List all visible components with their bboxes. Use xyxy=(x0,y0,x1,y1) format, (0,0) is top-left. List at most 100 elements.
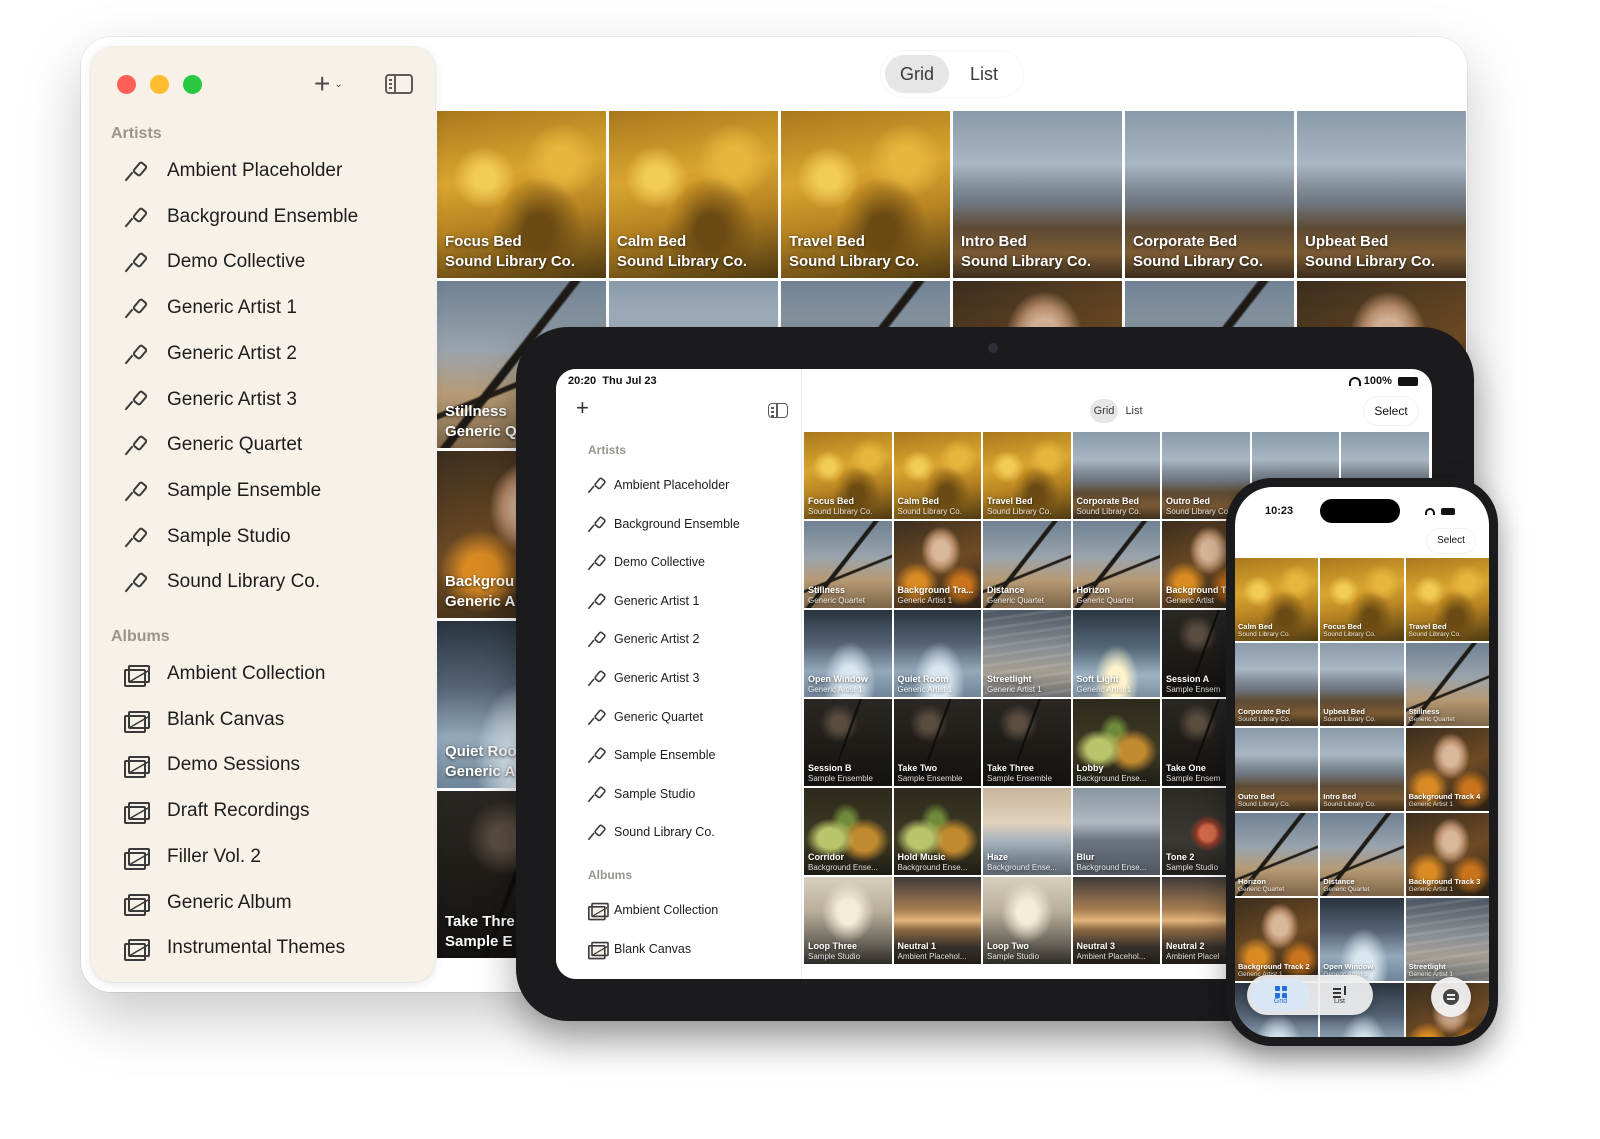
ipad-album-tile[interactable]: Stillness Generic Quartet xyxy=(804,521,892,608)
iphone-album-tile[interactable]: Background Track 4 Generic Artist 1 xyxy=(1405,728,1489,811)
tile-artist: Sound Library Co. xyxy=(1238,631,1291,638)
tab-list[interactable]: List xyxy=(1310,979,1369,1011)
sidebar-toggle-icon[interactable] xyxy=(385,74,413,94)
iphone-album-tile[interactable]: Stillness Generic Quartet xyxy=(1405,643,1489,726)
add-menu-button[interactable]: + ⌄ xyxy=(314,69,358,99)
ipad-album-item[interactable]: Ambient Collection xyxy=(586,898,718,922)
sidebar-artist-item[interactable]: Sample Ensemble xyxy=(121,475,321,507)
ipad-artist-item[interactable]: Generic Artist 3 xyxy=(586,666,699,690)
ipad-album-tile[interactable]: Neutral 3 Ambient Placehol... xyxy=(1072,877,1160,964)
ipad-artist-item[interactable]: Ambient Placeholder xyxy=(586,473,729,497)
iphone-album-tile[interactable]: Distance Generic Quartet xyxy=(1320,813,1404,896)
ipad-album-item[interactable]: Blank Canvas xyxy=(586,937,691,961)
tab-grid[interactable]: Grid xyxy=(1251,979,1310,1011)
sidebar-artist-item[interactable]: Sound Library Co. xyxy=(121,566,320,598)
iphone-select-button[interactable]: Select xyxy=(1427,529,1475,553)
iphone-album-tile[interactable]: Background Track 2 Generic Artist 1 xyxy=(1235,898,1319,981)
tile-title: Intro Bed xyxy=(1323,792,1357,801)
album-tile[interactable]: Focus Bed Sound Library Co. xyxy=(437,111,606,278)
tile-artist: Background Ense... xyxy=(987,863,1057,872)
now-playing-button[interactable] xyxy=(1431,977,1471,1017)
ipad-album-tile[interactable]: Loop Three Sample Studio xyxy=(804,877,892,964)
ipad-album-tile[interactable]: Calm Bed Sound Library Co. xyxy=(893,432,981,519)
sidebar-album-item[interactable]: Demo Sessions xyxy=(121,749,300,781)
sidebar-artist-item[interactable]: Ambient Placeholder xyxy=(121,155,342,187)
album-tile[interactable]: Calm Bed Sound Library Co. xyxy=(609,111,778,278)
iphone-album-tile[interactable]: Outro Bed Sound Library Co. xyxy=(1235,728,1319,811)
ipad-status-right: 100% xyxy=(1348,375,1418,387)
ipad-album-tile[interactable]: Streetlight Generic Artist 1 xyxy=(983,610,1071,697)
ipad-artist-item[interactable]: Demo Collective xyxy=(586,550,705,574)
sidebar-toggle-icon[interactable] xyxy=(768,403,788,418)
ipad-album-tile[interactable]: Distance Generic Quartet xyxy=(983,521,1071,608)
ipad-artist-item[interactable]: Generic Artist 2 xyxy=(586,627,699,651)
ipad-album-tile[interactable]: Hold Music Background Ense... xyxy=(893,788,981,875)
iphone-album-tile[interactable]: Intro Bed Sound Library Co. xyxy=(1320,728,1404,811)
iphone-album-tile[interactable]: Calm Bed Sound Library Co. xyxy=(1235,558,1319,641)
sidebar-album-item[interactable]: Draft Recordings xyxy=(121,795,310,827)
sidebar-artist-item[interactable]: Demo Collective xyxy=(121,246,305,278)
tile-caption: Hold Music Background Ense... xyxy=(898,852,978,873)
ipad-album-tile[interactable]: Open Window Generic Artist 1 xyxy=(804,610,892,697)
ipad-album-tile[interactable]: Horizon Generic Quartet xyxy=(1072,521,1160,608)
ipad-album-tile[interactable]: Haze Background Ense... xyxy=(983,788,1071,875)
ipad-select-button[interactable]: Select xyxy=(1364,397,1418,425)
minimize-window-button[interactable] xyxy=(150,75,169,94)
ipad-artist-item[interactable]: Sample Studio xyxy=(586,782,695,806)
iphone-time: 10:23 xyxy=(1265,505,1294,517)
plus-icon[interactable]: + xyxy=(576,395,589,421)
sidebar-artist-item[interactable]: Generic Artist 2 xyxy=(121,338,297,370)
iphone-album-tile[interactable]: Horizon Generic Quartet xyxy=(1235,813,1319,896)
iphone-album-tile[interactable]: Open WindowGeneric Artist 1 xyxy=(1320,898,1404,981)
iphone-album-tile[interactable]: Background Track 3 Generic Artist 1 xyxy=(1405,813,1489,896)
sidebar-album-item[interactable]: Ambient Collection xyxy=(121,658,325,690)
ipad-artist-item[interactable]: Sample Ensemble xyxy=(586,743,715,767)
iphone-album-tile[interactable]: Corporate Bed Sound Library Co. xyxy=(1235,643,1319,726)
mac-list-toggle[interactable]: List xyxy=(949,55,1019,93)
sidebar-album-item[interactable]: Filler Vol. 2 xyxy=(121,841,261,873)
plus-icon: + xyxy=(314,68,331,99)
ipad-album-tile[interactable]: Corridor Background Ense... xyxy=(804,788,892,875)
ipad-album-tile[interactable]: Focus Bed Sound Library Co. xyxy=(804,432,892,519)
iphone-album-tile[interactable]: Focus Bed Sound Library Co. xyxy=(1320,558,1404,641)
album-tile[interactable]: Upbeat Bed Sound Library Co. xyxy=(1297,111,1466,278)
ipad-grid-toggle[interactable]: Grid xyxy=(1090,399,1118,423)
ipad-album-tile[interactable]: Take Two Sample Ensemble xyxy=(893,699,981,786)
close-window-button[interactable] xyxy=(117,75,136,94)
ipad-artist-item[interactable]: Generic Quartet xyxy=(586,705,703,729)
ipad-album-tile[interactable]: Blur Background Ense... xyxy=(1072,788,1160,875)
sidebar-artist-item[interactable]: Background Ensemble xyxy=(121,201,358,233)
sidebar-album-item[interactable]: Generic Album xyxy=(121,887,292,919)
sidebar-artist-item[interactable]: Sample Studio xyxy=(121,521,291,553)
ipad-album-tile[interactable]: Session B Sample Ensemble xyxy=(804,699,892,786)
sidebar-artist-item[interactable]: Generic Artist 3 xyxy=(121,384,297,416)
ipad-artist-item[interactable]: Generic Artist 1 xyxy=(586,589,699,613)
ipad-album-tile[interactable]: Corporate Bed Sound Library Co. xyxy=(1072,432,1160,519)
ipad-list-toggle[interactable]: List xyxy=(1118,399,1150,423)
iphone-album-tile[interactable]: Upbeat Bed Sound Library Co. xyxy=(1320,643,1404,726)
ipad-artist-item[interactable]: Background Ensemble xyxy=(586,512,740,536)
tile-caption: Open WindowGeneric Artist 1 xyxy=(808,674,888,695)
album-tile[interactable]: Corporate Bed Sound Library Co. xyxy=(1125,111,1294,278)
ipad-album-tile[interactable]: Quiet Room Generic Artist 1 xyxy=(893,610,981,697)
zoom-window-button[interactable] xyxy=(183,75,202,94)
ipad-album-tile[interactable]: Neutral 1 Ambient Placehol... xyxy=(893,877,981,964)
tile-caption: Background Track 4 Generic Artist 1 xyxy=(1409,792,1485,809)
ipad-album-tile[interactable]: Background Tra... Generic Artist 1 xyxy=(893,521,981,608)
ipad-album-tile[interactable]: Lobby Background Ense... xyxy=(1072,699,1160,786)
sidebar-album-item[interactable]: Blank Canvas xyxy=(121,704,284,736)
ipad-album-tile[interactable]: Soft Light Generic Artist 1 xyxy=(1072,610,1160,697)
album-tile[interactable]: Intro Bed Sound Library Co. xyxy=(953,111,1122,278)
iphone-album-tile[interactable]: Streetlight Generic Artist 1 xyxy=(1405,898,1489,981)
sidebar-artist-item[interactable]: Generic Artist 1 xyxy=(121,292,297,324)
mac-grid-toggle[interactable]: Grid xyxy=(885,55,949,93)
album-stack-icon xyxy=(124,802,150,825)
ipad-artist-item[interactable]: Sound Library Co. xyxy=(586,820,715,844)
album-tile[interactable]: Travel Bed Sound Library Co. xyxy=(781,111,950,278)
ipad-album-tile[interactable]: Take Three Sample Ensemble xyxy=(983,699,1071,786)
sidebar-artist-item[interactable]: Generic Quartet xyxy=(121,429,302,461)
sidebar-album-item[interactable]: Instrumental Themes xyxy=(121,932,345,964)
ipad-album-tile[interactable]: Travel Bed Sound Library Co. xyxy=(983,432,1071,519)
iphone-album-tile[interactable]: Travel Bed Sound Library Co. xyxy=(1405,558,1489,641)
ipad-album-tile[interactable]: Loop Two Sample Studio xyxy=(983,877,1071,964)
